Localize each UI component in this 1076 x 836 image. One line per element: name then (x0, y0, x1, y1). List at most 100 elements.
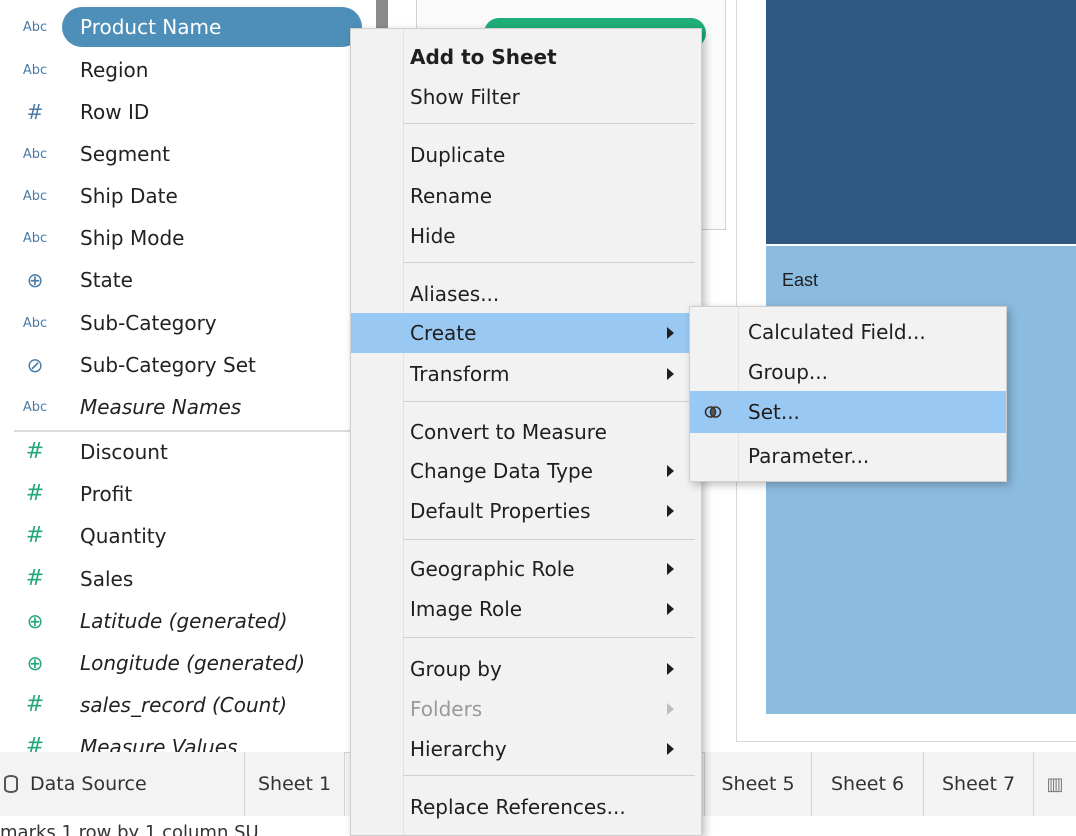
field-label: State (80, 268, 133, 292)
tab-label: Sheet 7 (941, 773, 1016, 795)
menu-item-label: Convert to Measure (410, 420, 607, 444)
field-longitude[interactable]: ⊕ Longitude (generated) (0, 643, 370, 683)
field-context-menu: Add to Sheet Show Filter Duplicate Renam… (350, 28, 702, 836)
menu-separator (403, 123, 695, 124)
submenu-item-parameter[interactable]: Parameter... (690, 435, 1006, 477)
hash-icon: # (25, 481, 45, 506)
submenu-arrow-icon (667, 563, 674, 575)
field-product-name[interactable]: Abc Product Name (0, 7, 370, 47)
field-label: Row ID (80, 100, 150, 124)
menu-item-label: Add to Sheet (410, 45, 557, 69)
viz-label-east: East (782, 270, 819, 290)
menu-item-change-data-type[interactable]: Change Data Type (351, 451, 701, 491)
field-quantity[interactable]: # Quantity (0, 516, 370, 556)
tab-sheet-5[interactable]: Sheet 5 (704, 752, 812, 816)
field-sub-category-set[interactable]: ⊘ Sub-Category Set (0, 345, 370, 385)
new-worksheet-icon[interactable]: ▥ (1034, 752, 1076, 816)
field-label: Discount (80, 440, 168, 464)
submenu-arrow-icon (667, 743, 674, 755)
globe-icon: ⊕ (26, 609, 44, 633)
submenu-item-label: Group... (748, 360, 828, 384)
field-label: Sales (80, 567, 134, 591)
viz-mark-dark[interactable] (766, 0, 1076, 244)
menu-item-hide[interactable]: Hide (351, 216, 701, 256)
menu-item-rename[interactable]: Rename (351, 176, 701, 216)
field-label: Segment (80, 142, 170, 166)
menu-item-transform[interactable]: Transform (351, 354, 701, 394)
submenu-item-calculated-field[interactable]: Calculated Field... (690, 311, 1006, 353)
menu-separator (403, 262, 695, 263)
field-row-id[interactable]: # Row ID (0, 92, 370, 132)
menu-item-create[interactable]: Create (351, 313, 701, 353)
menu-item-hierarchy[interactable]: Hierarchy (351, 729, 701, 769)
field-measure-names[interactable]: Abc Measure Names (0, 387, 370, 427)
menu-item-label: Default Properties (410, 499, 591, 523)
menu-item-label: Transform (410, 362, 510, 386)
tab-sheet-6[interactable]: Sheet 6 (812, 752, 924, 816)
abc-icon: Abc (22, 400, 48, 415)
field-sub-category[interactable]: Abc Sub-Category (0, 303, 370, 343)
field-label: Region (80, 58, 149, 82)
abc-icon: Abc (22, 316, 48, 331)
status-text: marks 1 row by 1 column SU (0, 822, 259, 836)
menu-item-label: Duplicate (410, 143, 506, 167)
globe-icon: ⊕ (26, 268, 44, 292)
submenu-item-group[interactable]: Group... (690, 351, 1006, 393)
tab-data-source[interactable]: Data Source (0, 752, 245, 816)
menu-item-default-properties[interactable]: Default Properties (351, 491, 701, 531)
submenu-arrow-icon (667, 505, 674, 517)
create-submenu: Calculated Field... Group... Set... Para… (689, 306, 1007, 482)
menu-item-label: Create (410, 321, 477, 345)
field-sales-record-count[interactable]: # sales_record (Count) (0, 685, 370, 725)
menu-item-geographic-role[interactable]: Geographic Role (351, 549, 701, 589)
field-profit[interactable]: # Profit (0, 474, 370, 514)
submenu-arrow-icon (667, 603, 674, 615)
field-ship-mode[interactable]: Abc Ship Mode (0, 218, 370, 258)
field-segment[interactable]: Abc Segment (0, 134, 370, 174)
menu-item-image-role[interactable]: Image Role (351, 589, 701, 629)
submenu-arrow-icon (667, 327, 674, 339)
field-label: Product Name (80, 15, 222, 39)
menu-item-group-by[interactable]: Group by (351, 649, 701, 689)
menu-separator (403, 539, 695, 540)
field-label: Profit (80, 482, 133, 506)
globe-icon: ⊕ (26, 651, 44, 675)
menu-item-add-to-sheet[interactable]: Add to Sheet (351, 37, 701, 77)
menu-item-duplicate[interactable]: Duplicate (351, 135, 701, 175)
tab-sheet-7[interactable]: Sheet 7 (924, 752, 1034, 816)
field-label: Sub-Category Set (80, 353, 256, 377)
menu-separator (403, 775, 695, 776)
menu-separator (403, 401, 695, 402)
field-ship-date[interactable]: Abc Ship Date (0, 176, 370, 216)
menu-item-label: Aliases... (410, 282, 500, 306)
menu-item-show-filter[interactable]: Show Filter (351, 77, 701, 117)
hash-icon: # (26, 100, 44, 124)
menu-item-replace-references[interactable]: Replace References... (351, 787, 701, 827)
submenu-item-set[interactable]: Set... (690, 391, 1006, 433)
field-label: Longitude (generated) (80, 651, 306, 675)
field-state[interactable]: ⊕ State (0, 260, 370, 300)
field-sales[interactable]: # Sales (0, 559, 370, 599)
menu-item-convert-to-measure[interactable]: Convert to Measure (351, 412, 701, 452)
menu-item-label: Group by (410, 657, 502, 681)
menu-item-label: Hierarchy (410, 737, 507, 761)
field-latitude[interactable]: ⊕ Latitude (generated) (0, 601, 370, 641)
submenu-item-label: Calculated Field... (748, 320, 926, 344)
tab-label: Data Source (30, 773, 147, 795)
database-icon (4, 775, 18, 793)
field-discount[interactable]: # Discount (0, 432, 370, 472)
field-label: sales_record (Count) (80, 693, 287, 717)
field-label: Measure Names (80, 395, 242, 419)
menu-item-label: Image Role (410, 597, 523, 621)
tab-label: Sheet 5 (721, 773, 795, 795)
field-region[interactable]: Abc Region (0, 50, 370, 90)
menu-item-aliases[interactable]: Aliases... (351, 274, 701, 314)
tab-sheet-1[interactable]: Sheet 1 (245, 752, 345, 816)
field-label: Ship Date (80, 184, 178, 208)
data-pane: Abc Product Name Abc Region # Row ID Abc… (0, 0, 370, 759)
menu-item-label: Geographic Role (410, 557, 575, 581)
field-label: Latitude (generated) (80, 609, 288, 633)
abc-icon: Abc (22, 63, 48, 78)
tab-label: Sheet 6 (830, 773, 905, 795)
submenu-item-label: Parameter... (748, 444, 870, 468)
